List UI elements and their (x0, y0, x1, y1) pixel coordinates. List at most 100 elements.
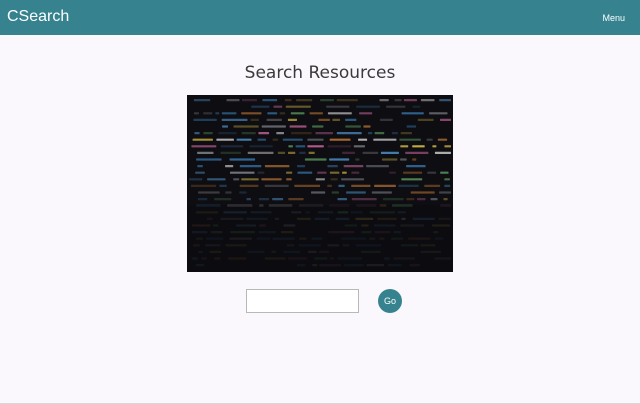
code-glyph-stroke (288, 198, 304, 201)
code-glyph-stroke (440, 171, 449, 174)
code-glyph-stroke (439, 191, 451, 194)
code-glyph-stroke (400, 158, 407, 161)
code-glyph-stroke (225, 191, 232, 194)
code-glyph-stroke (356, 105, 380, 108)
code-glyph-stroke (444, 145, 451, 148)
code-glyph-stroke (374, 184, 396, 187)
code-glyph-stroke (239, 191, 247, 194)
code-glyph-stroke (444, 184, 451, 187)
code-glyph-stroke (273, 105, 283, 108)
code-glyph-stroke (272, 198, 284, 201)
code-glyph-stroke (410, 191, 435, 194)
code-glyph-stroke (241, 132, 256, 135)
code-glyph-stroke (420, 99, 435, 102)
code-glyph-stroke (373, 138, 397, 141)
code-glyph-stroke (239, 184, 259, 187)
code-glyph-stroke (276, 132, 284, 135)
page-title: Search Resources (244, 63, 396, 83)
code-glyph-stroke (241, 178, 259, 181)
code-glyph-stroke (296, 99, 313, 102)
code-glyph-stroke (207, 178, 226, 181)
code-glyph-stroke (394, 99, 402, 102)
code-glyph-stroke (258, 132, 270, 135)
code-glyph-stroke (229, 158, 256, 161)
code-glyph-stroke (226, 99, 240, 102)
brand-logo-text[interactable]: CSearch (7, 7, 69, 27)
code-glyph-stroke (412, 105, 421, 108)
code-glyph-stroke (403, 99, 417, 102)
code-glyph-stroke (386, 105, 406, 108)
code-glyph-stroke (355, 158, 360, 161)
code-glyph-stroke (191, 145, 217, 148)
code-glyph-stroke (312, 125, 324, 128)
code-glyph-stroke (426, 138, 433, 141)
code-glyph-stroke (233, 125, 259, 128)
code-glyph-stroke (272, 138, 279, 141)
code-glyph-stroke (277, 151, 286, 154)
code-glyph-stroke (398, 184, 419, 187)
code-glyph-stroke (195, 171, 205, 174)
code-glyph-stroke (412, 158, 417, 161)
code-glyph-stroke (304, 158, 327, 161)
code-glyph-stroke (264, 165, 290, 168)
code-glyph-stroke (203, 112, 213, 115)
code-glyph-stroke (264, 184, 289, 187)
code-glyph-stroke (327, 184, 332, 187)
code-glyph-stroke (203, 132, 213, 135)
code-glyph-stroke (429, 112, 448, 115)
code-glyph-stroke (257, 138, 266, 141)
code-glyph-stroke (249, 145, 273, 148)
code-glyph-stroke (366, 165, 389, 168)
code-glyph-stroke (216, 138, 234, 141)
code-glyph-stroke (371, 191, 392, 194)
code-glyph-stroke (318, 118, 330, 121)
code-glyph-stroke (439, 99, 451, 102)
code-glyph-stroke (345, 125, 361, 128)
code-glyph-stroke (331, 191, 339, 194)
code-glyph-stroke (367, 132, 373, 135)
code-glyph-stroke (336, 99, 358, 102)
code-glyph-stroke (198, 191, 220, 194)
code-glyph-stroke (215, 112, 220, 115)
code-glyph-stroke (400, 132, 412, 135)
code-glyph-stroke (338, 184, 345, 187)
code-glyph-stroke (412, 145, 425, 148)
code-glyph-stroke (401, 178, 423, 181)
code-glyph-stroke (343, 165, 364, 168)
menu-button[interactable]: Menu (602, 12, 625, 24)
code-screen-illustration (187, 95, 453, 272)
code-glyph-stroke (424, 184, 441, 187)
code-glyph-stroke (294, 184, 321, 187)
code-glyph-stroke (332, 118, 340, 121)
code-glyph-stroke (233, 178, 240, 181)
code-glyph-stroke (406, 125, 417, 128)
code-glyph-stroke (218, 132, 237, 135)
code-glyph-stroke (399, 138, 421, 141)
search-input[interactable] (246, 289, 359, 313)
code-glyph-stroke (197, 198, 208, 201)
code-glyph-stroke (315, 132, 333, 135)
code-glyph-stroke (440, 118, 451, 121)
code-glyph-stroke (329, 158, 350, 161)
go-button[interactable]: Go (378, 289, 402, 313)
code-glyph-stroke (417, 198, 426, 201)
code-glyph-stroke (221, 118, 248, 121)
code-glyph-stroke (444, 178, 450, 181)
code-glyph-stroke (307, 138, 324, 141)
code-glyph-stroke (285, 105, 311, 108)
code-glyph-stroke (437, 138, 448, 141)
code-glyph-stroke (192, 138, 213, 141)
code-glyph-stroke (382, 198, 404, 201)
code-glyph-stroke (295, 145, 306, 148)
code-glyph-stroke (434, 151, 451, 154)
code-glyph-stroke (236, 138, 252, 141)
code-glyph-stroke (389, 171, 396, 174)
code-glyph-stroke (193, 112, 199, 115)
code-glyph-stroke (287, 118, 297, 121)
code-glyph-stroke (341, 178, 365, 181)
code-glyph-stroke (363, 125, 371, 128)
code-glyph-stroke (427, 171, 437, 174)
code-glyph-stroke (291, 132, 312, 135)
code-glyph-stroke (262, 99, 278, 102)
code-glyph-stroke (284, 99, 292, 102)
